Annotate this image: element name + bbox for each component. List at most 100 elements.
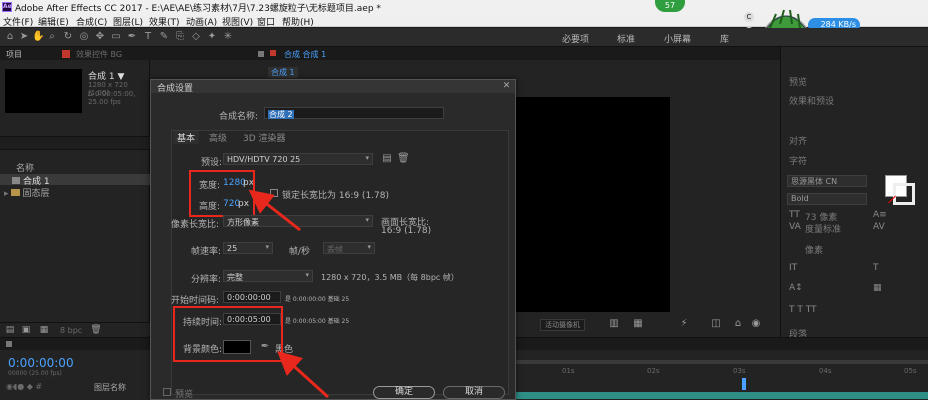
- cancel-button[interactable]: 取消: [443, 386, 505, 399]
- drop-frame-select[interactable]: 丢帧 ▾: [323, 242, 375, 254]
- menu-file[interactable]: 文件(F): [3, 15, 33, 28]
- start-timecode-label: 开始时间码:: [171, 296, 220, 306]
- fast-preview-icon[interactable]: ⚡: [678, 318, 690, 330]
- menu-composition[interactable]: 合成(C): [76, 15, 107, 28]
- workspace-libraries[interactable]: 库: [720, 32, 729, 45]
- window-title: Adobe After Effects CC 2017 - E:\AE\AE\练…: [15, 4, 381, 14]
- delete-preset-icon[interactable]: 🗑: [397, 153, 410, 165]
- timeline-toggle-icon[interactable]: ◫: [710, 318, 722, 330]
- comp-icon: [12, 177, 20, 184]
- clone-tool-icon[interactable]: ⎘: [174, 31, 186, 43]
- effects-presets-label[interactable]: 效果和预设: [789, 94, 834, 107]
- tab-effect-controls[interactable]: 效果控件 BG: [76, 49, 122, 60]
- menu-edit[interactable]: 编辑(E): [38, 15, 69, 28]
- vertical-scale-icon: IT: [789, 263, 798, 273]
- interpret-footage-icon[interactable]: ▤: [4, 324, 16, 336]
- folder-expand-icon[interactable]: ▸: [4, 189, 9, 199]
- tsume-icon: ▦: [873, 283, 882, 293]
- pen-tool-icon[interactable]: ✒: [126, 31, 138, 43]
- project-panel-header: 项目 效果控件 BG: [0, 47, 150, 60]
- project-panel: 项目 效果控件 BG 合成 1 ▼ 1280 x 720 (1.00) Δ 0:…: [0, 47, 150, 337]
- active-camera-select[interactable]: 活动摄像机: [540, 319, 585, 331]
- arrow-duration: [277, 350, 330, 399]
- tab-3d-renderer[interactable]: 3D 渲染器: [243, 131, 286, 144]
- project-search-bar[interactable]: [0, 136, 150, 150]
- rotate-tool-icon[interactable]: ↻: [62, 31, 74, 43]
- baseline-icon: A↕: [789, 283, 803, 293]
- fill-stroke-swatch[interactable]: [885, 175, 915, 205]
- comp-duration: Δ 0:00:05:00, 25.00 fps: [88, 90, 136, 106]
- viewer-lock-icon[interactable]: [270, 50, 276, 56]
- work-area-bar[interactable]: [516, 360, 928, 364]
- mask-tool-icon[interactable]: ▭: [110, 31, 122, 43]
- menu-effect[interactable]: 效果(T): [149, 15, 180, 28]
- menu-window[interactable]: 窗口: [257, 15, 275, 28]
- selection-tool-icon[interactable]: ➤: [18, 31, 30, 43]
- preview-panel-label[interactable]: 预览: [789, 75, 807, 88]
- hand-tool-icon[interactable]: ✋: [32, 31, 44, 43]
- resolution-info: 1280 x 720，3.5 MB（每 8bpc 帧）: [321, 273, 459, 282]
- tab-project[interactable]: 项目: [6, 49, 22, 60]
- stroke-unit[interactable]: 像素: [805, 243, 823, 256]
- menu-animation[interactable]: 动画(A): [186, 15, 217, 28]
- pan-behind-icon[interactable]: ✥: [94, 31, 106, 43]
- viewer-close-icon[interactable]: [258, 51, 264, 57]
- menu-view[interactable]: 视图(V): [222, 15, 253, 28]
- home-icon[interactable]: ⌂: [4, 31, 16, 43]
- kerning-value[interactable]: 度量标准: [805, 222, 841, 235]
- font-family-select[interactable]: 思源黑体 CN: [787, 175, 867, 187]
- timeline-close-icon[interactable]: [6, 341, 12, 347]
- tab-basic[interactable]: 基本: [173, 131, 200, 144]
- ok-button[interactable]: 确定: [373, 386, 435, 399]
- close-icon[interactable]: ✕: [500, 80, 513, 93]
- delete-icon[interactable]: 🗑: [90, 324, 102, 336]
- flowchart-icon[interactable]: ⌂: [732, 318, 744, 330]
- mini-c-icon[interactable]: C: [744, 12, 754, 22]
- eraser-tool-icon[interactable]: ◇: [190, 31, 202, 43]
- menu-layer[interactable]: 图层(L): [113, 15, 143, 28]
- new-comp-icon[interactable]: ▦: [38, 324, 50, 336]
- playhead[interactable]: [742, 378, 746, 390]
- av-switch-icons[interactable]: ◉◖● ◆ #: [6, 382, 42, 391]
- preview-checkbox[interactable]: [163, 388, 171, 396]
- workspace-standard[interactable]: 标准: [617, 32, 635, 45]
- preset-select[interactable]: HDV/HDTV 720 25 ▾: [223, 153, 373, 165]
- tracking-icon: AV: [873, 222, 885, 232]
- layer-bar[interactable]: [516, 392, 928, 399]
- roto-tool-icon[interactable]: ✦: [206, 31, 218, 43]
- view-layout-icon[interactable]: ▥: [608, 318, 620, 330]
- current-time[interactable]: 0:00:00:00: [8, 356, 74, 370]
- puppet-tool-icon[interactable]: ✳: [222, 31, 234, 43]
- text-tool-icon[interactable]: T: [142, 31, 154, 43]
- column-name[interactable]: 名称: [16, 164, 34, 174]
- align-panel-label[interactable]: 对齐: [789, 134, 807, 147]
- viewer-header: 合成 合成 1: [150, 47, 780, 60]
- tab-advanced[interactable]: 高级: [209, 131, 227, 144]
- list-item[interactable]: ▸ 固态层: [0, 186, 150, 199]
- character-panel-label[interactable]: 字符: [789, 154, 807, 167]
- time-ruler[interactable]: 01s 02s 03s 04s 05s: [516, 366, 928, 380]
- workspace-small-screen[interactable]: 小屏幕: [664, 32, 691, 45]
- app-window: Ae Adobe After Effects CC 2017 - E:\AE\A…: [0, 0, 928, 400]
- grid-icon[interactable]: ▦: [632, 318, 644, 330]
- list-item[interactable]: 合成 1: [0, 174, 150, 187]
- camera-tool-icon[interactable]: ◎: [78, 31, 90, 43]
- frame-aspect-value: 16:9 (1.78): [381, 226, 432, 236]
- comp-name-field[interactable]: 合成 2: [264, 107, 444, 119]
- zoom-tool-icon[interactable]: ⌕: [46, 31, 58, 43]
- tab-composition[interactable]: 合成 合成 1: [284, 49, 326, 60]
- bit-depth[interactable]: 8 bpc: [60, 326, 82, 335]
- workspace-essentials[interactable]: 必要项: [562, 32, 589, 45]
- pixel-aspect-label: 像素长宽比:: [171, 220, 220, 230]
- menu-help[interactable]: 帮助(H): [282, 15, 314, 28]
- ruler-tick-4s: 04s: [819, 367, 832, 375]
- camera-snapshot-icon[interactable]: ◉: [750, 318, 762, 330]
- viewer-controls: 活动摄像机 ▥ ▦ ⚡ ◫ ⌂ ◉: [520, 317, 780, 333]
- font-style-select[interactable]: Bold: [787, 193, 867, 205]
- new-folder-icon[interactable]: ▣: [20, 324, 32, 336]
- save-preset-icon[interactable]: ▤: [381, 153, 393, 165]
- speed-badge[interactable]: 57: [655, 0, 685, 12]
- brush-tool-icon[interactable]: ✎: [158, 31, 170, 43]
- column-layer-name[interactable]: 图层名称: [94, 382, 126, 393]
- viewer-subtab[interactable]: 合成 1: [268, 67, 298, 78]
